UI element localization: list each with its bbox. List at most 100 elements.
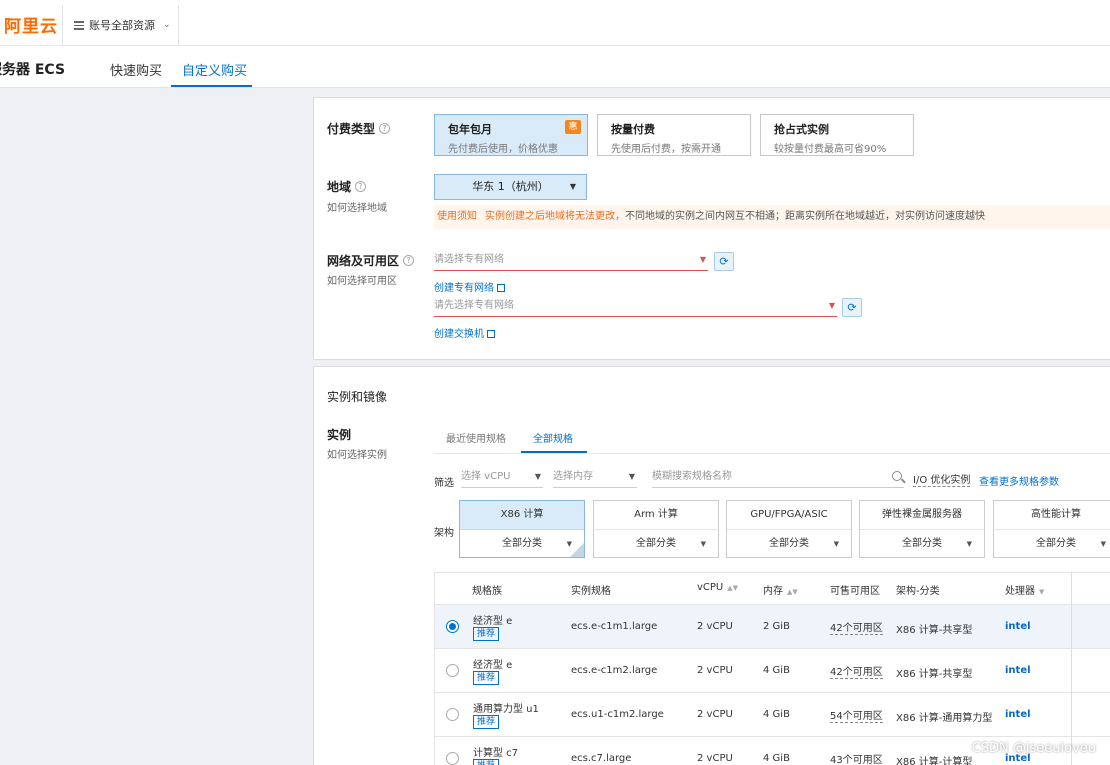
arch-category-select[interactable]: 全部分类 ▼: [727, 530, 851, 558]
arch-category-select[interactable]: 全部分类 ▼: [860, 530, 984, 558]
help-icon[interactable]: ?: [379, 123, 391, 134]
cell-zones[interactable]: 42个可用区: [830, 663, 883, 679]
external-link-icon: [487, 330, 495, 338]
row-radio[interactable]: [446, 664, 459, 677]
refresh-icon[interactable]: ⟳: [714, 252, 734, 271]
col-zones: 可售可用区: [830, 586, 880, 597]
zone-help-link[interactable]: 如何选择可用区: [327, 272, 397, 287]
col-memory[interactable]: 内存 ▲▼: [763, 582, 798, 597]
notice-highlight: 实例创建之后地域将无法更改，: [485, 211, 625, 222]
billing-option-subscription[interactable]: 包年包月 先付费后使用，价格优惠 惠: [434, 114, 588, 156]
col-spec: 实例规格: [571, 586, 611, 597]
list-icon: [74, 20, 84, 30]
refresh-icon[interactable]: ⟳: [842, 298, 862, 317]
cell-spec: ecs.c7.large: [571, 753, 632, 764]
tab-quick-buy[interactable]: 快速购买: [110, 60, 162, 79]
filter-label: 筛选: [434, 478, 454, 489]
col-processor[interactable]: 处理器 ▼: [1005, 582, 1044, 597]
region-select[interactable]: 华东 1（杭州） ▼: [434, 174, 587, 200]
arch-card-hpc[interactable]: 高性能计算 全部分类 ▼: [993, 500, 1110, 558]
active-tab-indicator: [521, 451, 587, 453]
billing-label: 付费类型?: [327, 120, 391, 137]
arch-name: GPU/FPGA/ASIC: [727, 501, 851, 530]
cell-arch: X86 计算-通用算力型: [896, 713, 993, 724]
vpc-select[interactable]: 请选择专有网络 ▼: [434, 251, 708, 271]
cell-zones[interactable]: 54个可用区: [830, 707, 883, 723]
arch-name: 高性能计算: [994, 501, 1110, 530]
sort-icon[interactable]: ▲▼: [727, 584, 738, 592]
row-radio[interactable]: [446, 752, 459, 765]
divider: [178, 5, 179, 45]
cell-vcpu: 2 vCPU: [697, 709, 733, 720]
arch-card-gpu[interactable]: GPU/FPGA/ASIC 全部分类 ▼: [726, 500, 852, 558]
region-label: 地域?: [327, 178, 367, 195]
arch-card-arm[interactable]: Arm 计算 全部分类 ▼: [593, 500, 719, 558]
more-spec-params-link[interactable]: 查看更多规格参数: [979, 473, 1059, 488]
io-optimized-filter[interactable]: I/O 优化实例: [913, 471, 971, 487]
table-row[interactable]: 经济型 e 推荐 ecs.e-c1m2.large 2 vCPU 4 GiB 4…: [434, 649, 1110, 693]
cell-zones[interactable]: 42个可用区: [830, 619, 883, 635]
memory-filter[interactable]: 选择内存 ▼: [553, 468, 637, 488]
recommend-badge: 推荐: [473, 759, 500, 765]
tab-all-specs[interactable]: 全部规格: [533, 430, 573, 445]
billing-option-spot[interactable]: 抢占式实例 较按量付费最高可省90%: [760, 114, 914, 156]
basic-config-panel: 付费类型? 包年包月 先付费后使用，价格优惠 惠 按量付费 先使用后付费，按需开…: [313, 97, 1110, 360]
sort-icon[interactable]: ▲▼: [787, 588, 798, 596]
arch-card-baremetal[interactable]: 弹性裸金属服务器 全部分类 ▼: [859, 500, 985, 558]
arch-name: Arm 计算: [594, 501, 718, 530]
notice-tag: 使用须知: [437, 211, 477, 222]
section-title: 实例和镜像: [327, 390, 388, 404]
help-icon[interactable]: ?: [403, 255, 415, 266]
billing-option-payg[interactable]: 按量付费 先使用后付费，按需开通: [597, 114, 751, 156]
cell-spec: ecs.e-c1m2.large: [571, 665, 658, 676]
cell-family: 经济型 e: [473, 616, 513, 627]
arch-category-select[interactable]: 全部分类 ▼: [594, 530, 718, 558]
network-label: 网络及可用区?: [327, 252, 415, 269]
caret-down-icon: ▼: [569, 182, 576, 191]
row-radio[interactable]: [446, 620, 459, 633]
arch-card-x86[interactable]: X86 计算 全部分类 ▼: [459, 500, 585, 558]
resource-selector[interactable]: 账号全部资源 ⌄: [74, 17, 171, 33]
region-notice: 使用须知 实例创建之后地域将无法更改，不同地域的实例之间内网互不相通；距离实例所在…: [434, 205, 1110, 229]
filter-icon[interactable]: ▼: [1039, 588, 1044, 596]
tab-custom-buy[interactable]: 自定义购买: [182, 60, 247, 79]
cell-memory: 2 GiB: [763, 621, 790, 632]
spec-search-input[interactable]: 模糊搜索规格名称: [652, 468, 904, 488]
cell-family: 经济型 e: [473, 660, 513, 671]
region-help-link[interactable]: 如何选择地域: [327, 199, 387, 214]
cell-vcpu: 2 vCPU: [697, 753, 733, 764]
table-row[interactable]: 通用算力型 u1 推荐 ecs.u1-c1m2.large 2 vCPU 4 G…: [434, 693, 1110, 737]
cell-memory: 4 GiB: [763, 665, 790, 676]
selected-corner-mark: [570, 543, 584, 557]
recommend-badge: 推荐: [473, 715, 500, 729]
top-bar: 阿里云 账号全部资源 ⌄: [0, 0, 1110, 46]
table-row[interactable]: 经济型 e 推荐 ecs.e-c1m1.large 2 vCPU 2 GiB 4…: [434, 605, 1110, 649]
create-vswitch-link[interactable]: 创建交换机: [434, 325, 495, 340]
arch-name: X86 计算: [460, 501, 584, 530]
help-icon[interactable]: ?: [355, 181, 367, 192]
cell-arch: X86 计算-计算型: [896, 757, 973, 765]
cell-zones[interactable]: 43个可用区: [830, 751, 883, 765]
billing-option-desc: 较按量付费最高可省90%: [774, 144, 887, 155]
instance-help-link[interactable]: 如何选择实例: [327, 446, 387, 461]
search-icon[interactable]: [892, 471, 902, 481]
caret-down-icon: ▼: [628, 472, 635, 481]
cell-spec: ecs.e-c1m1.large: [571, 621, 658, 632]
tab-recent-specs[interactable]: 最近使用规格: [446, 430, 506, 445]
arch-category-select[interactable]: 全部分类 ▼: [994, 530, 1110, 558]
create-vpc-link[interactable]: 创建专有网络: [434, 279, 505, 294]
instance-spec-table: 规格族 实例规格 vCPU ▲▼ 内存 ▲▼ 可售可用区 架构-分类 处理器 ▼ 经济…: [434, 572, 1110, 765]
vswitch-select[interactable]: 请先选择专有网络 ▼: [434, 297, 837, 317]
billing-option-title: 抢占式实例: [774, 123, 829, 136]
row-radio[interactable]: [446, 708, 459, 721]
arch-category-select[interactable]: 全部分类 ▼: [460, 530, 584, 558]
aliyun-logo[interactable]: 阿里云: [4, 12, 58, 37]
cell-vcpu: 2 vCPU: [697, 621, 733, 632]
intel-logo: intel: [1005, 709, 1031, 720]
col-vcpu[interactable]: vCPU ▲▼: [697, 582, 738, 593]
caret-down-icon: ▼: [966, 540, 972, 548]
arch-name: 弹性裸金属服务器: [860, 501, 984, 530]
vcpu-filter[interactable]: 选择 vCPU ▼: [461, 468, 543, 488]
external-link-icon: [497, 284, 505, 292]
table-header: 规格族 实例规格 vCPU ▲▼ 内存 ▲▼ 可售可用区 架构-分类 处理器 ▼: [434, 572, 1110, 605]
